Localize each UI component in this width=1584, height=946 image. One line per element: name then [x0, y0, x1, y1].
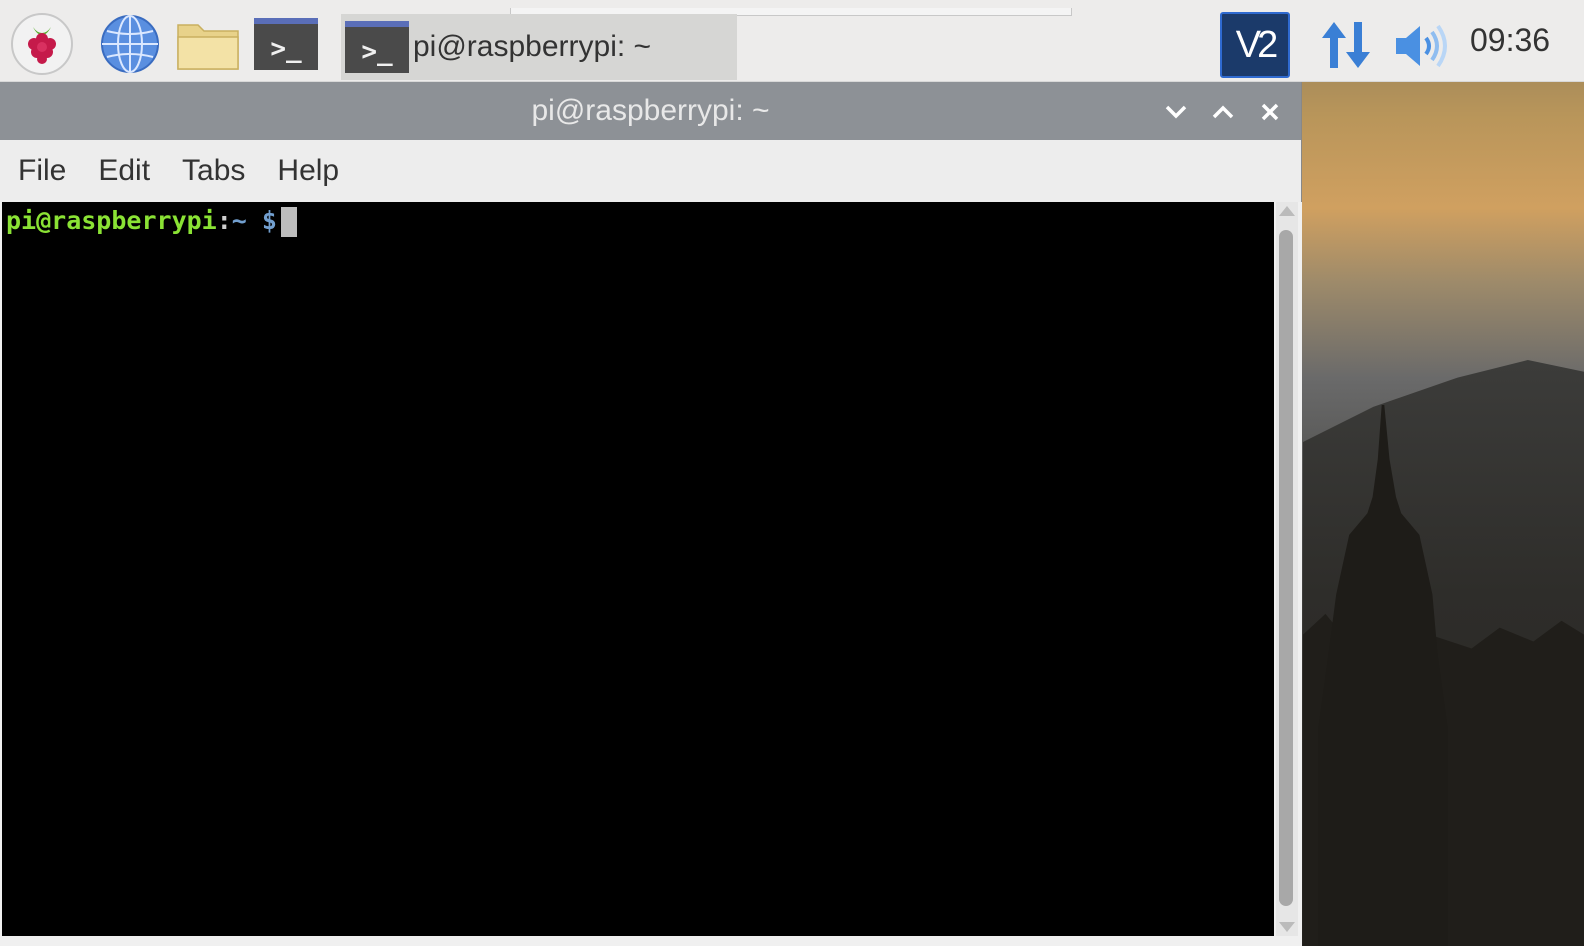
browser-launcher[interactable]: [96, 12, 164, 76]
minimize-button[interactable]: [1158, 94, 1194, 130]
terminal-launcher[interactable]: >_: [250, 12, 322, 76]
scroll-up-arrow-icon[interactable]: [1279, 206, 1295, 216]
shell-prompt: pi@raspberrypi:~ $: [6, 206, 297, 237]
menu-file[interactable]: File: [18, 154, 66, 188]
window-titlebar[interactable]: pi@raspberrypi: ~: [0, 82, 1301, 140]
folder-icon: [177, 24, 239, 70]
globe-icon: [101, 15, 159, 73]
terminal-area: pi@raspberrypi:~ $: [0, 202, 1302, 946]
taskbar-item-terminal[interactable]: >_ pi@raspberrypi: ~: [341, 14, 737, 80]
network-tray-button[interactable]: [1316, 16, 1376, 74]
maximize-button[interactable]: [1205, 94, 1241, 130]
window-title: pi@raspberrypi: ~: [531, 94, 770, 127]
scroll-down-arrow-icon[interactable]: [1279, 922, 1295, 932]
terminal-icon: >_: [254, 18, 318, 70]
close-button[interactable]: [1252, 94, 1288, 130]
prompt-symbol: $: [246, 206, 277, 235]
text-cursor: [280, 207, 297, 237]
speaker-icon: [1396, 24, 1447, 68]
menu-tabs[interactable]: Tabs: [182, 154, 245, 188]
scrollbar-thumb[interactable]: [1279, 230, 1293, 906]
taskbar-item-label: pi@raspberrypi: ~: [413, 30, 652, 63]
prompt-colon: :: [216, 206, 232, 235]
top-panel: >_ >_ pi@raspberrypi: ~ V2 09:36: [0, 0, 1584, 82]
terminal-scrollbar[interactable]: [1276, 202, 1298, 936]
volume-tray-button[interactable]: [1392, 18, 1450, 74]
terminal-screen[interactable]: pi@raspberrypi:~ $: [2, 202, 1274, 936]
chevron-up-icon: [1212, 105, 1234, 119]
terminal-window: pi@raspberrypi: ~ File Edit Tabs Help pi…: [0, 82, 1302, 946]
menu-edit[interactable]: Edit: [98, 154, 150, 188]
raspberry-menu-button[interactable]: [8, 12, 76, 76]
file-manager-launcher[interactable]: [172, 12, 244, 76]
close-icon: [1261, 103, 1279, 121]
prompt-user-host: pi@raspberrypi: [6, 206, 217, 235]
raspberry-icon: [11, 13, 73, 75]
network-updown-icon: [1322, 22, 1370, 68]
menu-bar: File Edit Tabs Help: [0, 140, 1301, 202]
terminal-icon: >_: [345, 21, 409, 73]
prompt-path: ~: [231, 206, 247, 235]
chevron-down-icon: [1165, 105, 1187, 119]
vnc-server-tray-icon[interactable]: V2: [1220, 12, 1290, 78]
menu-help[interactable]: Help: [277, 154, 339, 188]
clock[interactable]: 09:36: [1470, 22, 1550, 59]
